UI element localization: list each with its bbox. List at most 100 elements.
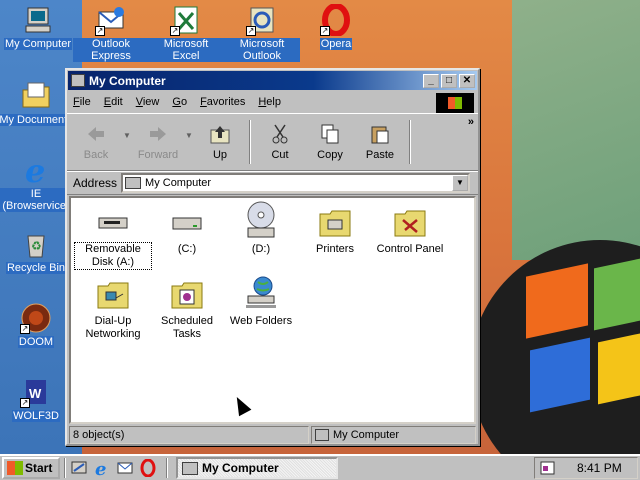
taskbar-button-my-computer[interactable]: My Computer bbox=[176, 457, 338, 479]
address-label: Address bbox=[73, 176, 118, 190]
status-bar: 8 object(s) My Computer bbox=[69, 426, 476, 444]
paste-button[interactable]: Paste bbox=[355, 123, 405, 161]
window-title: My Computer bbox=[89, 73, 166, 88]
doom-icon: ↗ bbox=[20, 302, 52, 334]
item-printers[interactable]: Printers bbox=[297, 206, 373, 256]
address-dropdown-icon[interactable]: ▼ bbox=[452, 175, 468, 191]
wallpaper-flag-yellow bbox=[598, 329, 640, 405]
internet-explorer-icon[interactable]: e bbox=[93, 459, 111, 480]
svg-text:e: e bbox=[25, 154, 45, 186]
svg-text:♻: ♻ bbox=[31, 239, 42, 253]
excel-icon: ↗ bbox=[170, 4, 202, 36]
clock[interactable]: 8:41 PM bbox=[577, 461, 622, 475]
scheduler-tray-icon[interactable] bbox=[539, 460, 557, 476]
item-dial-up-networking[interactable]: Dial-Up Networking bbox=[75, 278, 151, 341]
desktop-icon-my-documents[interactable]: My Documents bbox=[0, 80, 74, 126]
desktop-icon-microsoft-outlook[interactable]: ↗ Microsoft Outlook bbox=[224, 4, 300, 62]
desktop-icon-microsoft-excel[interactable]: ↗ Microsoft Excel bbox=[148, 4, 224, 62]
address-value: My Computer bbox=[145, 177, 212, 189]
copy-label: Copy bbox=[317, 149, 343, 161]
desktop-icon-my-computer[interactable]: My Computer bbox=[0, 4, 76, 50]
desktop-icon-label: Microsoft Outlook bbox=[224, 38, 300, 62]
up-button[interactable]: Up bbox=[195, 123, 245, 161]
menu-help[interactable]: Help bbox=[258, 96, 281, 108]
back-dropdown-icon[interactable]: ▼ bbox=[121, 131, 133, 140]
menu-bar: File Edit View Go Favorites Help bbox=[67, 91, 478, 113]
desktop-icon-label: Microsoft Excel bbox=[148, 38, 224, 62]
item-c-drive[interactable]: (C:) bbox=[149, 206, 225, 256]
wallpaper-flag-orange bbox=[526, 263, 588, 339]
close-button[interactable]: ✕ bbox=[459, 73, 475, 88]
title-bar[interactable]: My Computer _ □ ✕ bbox=[68, 71, 477, 90]
outlook-icon: ↗ bbox=[246, 4, 278, 36]
windows-logo-icon bbox=[7, 461, 23, 475]
taskbar: Start e My Computer 8:41 PM bbox=[0, 454, 640, 480]
shortcut-arrow-icon: ↗ bbox=[170, 26, 180, 36]
back-button[interactable]: Back bbox=[71, 123, 121, 161]
floppy-drive-icon bbox=[96, 206, 130, 240]
forward-dropdown-icon[interactable]: ▼ bbox=[183, 131, 195, 140]
quick-launch-separator bbox=[64, 458, 66, 478]
address-field[interactable]: My Computer ▼ bbox=[121, 173, 470, 193]
desktop-icon-label: Outlook Express bbox=[73, 38, 149, 62]
menu-favorites[interactable]: Favorites bbox=[200, 96, 245, 108]
shortcut-arrow-icon: ↗ bbox=[246, 26, 256, 36]
item-removable-disk[interactable]: Removable Disk (A:) bbox=[74, 206, 152, 270]
desktop-icon-label: IE (Browservice) bbox=[0, 188, 74, 212]
outlook-express-icon[interactable] bbox=[116, 459, 134, 477]
desktop-icon-doom[interactable]: ↗ DOOM bbox=[0, 302, 74, 348]
menu-view[interactable]: View bbox=[136, 96, 160, 108]
dialup-folder-icon bbox=[96, 278, 130, 312]
up-folder-icon bbox=[208, 123, 232, 145]
forward-arrow-icon bbox=[146, 123, 170, 145]
shortcut-arrow-icon: ↗ bbox=[95, 26, 105, 36]
desktop-icon-label: Recycle Bin bbox=[5, 262, 67, 274]
item-scheduled-tasks[interactable]: Scheduled Tasks bbox=[149, 278, 225, 341]
desktop-icon-wolf3d[interactable]: W ↗ WOLF3D bbox=[0, 376, 74, 422]
wallpaper-green bbox=[512, 0, 640, 260]
cut-label: Cut bbox=[271, 149, 289, 161]
item-web-folders[interactable]: Web Folders bbox=[223, 274, 299, 328]
forward-label: Forward bbox=[137, 149, 179, 161]
computer-icon bbox=[71, 74, 85, 87]
copy-icon bbox=[318, 123, 342, 145]
item-label: Scheduled Tasks bbox=[161, 315, 213, 340]
menu-file[interactable]: File bbox=[73, 96, 91, 108]
toolbar-separator bbox=[249, 120, 251, 164]
wallpaper-flag-blue bbox=[530, 337, 590, 413]
item-label: (D:) bbox=[251, 243, 271, 255]
desktop-icon-recycle-bin[interactable]: ♻ Recycle Bin bbox=[0, 228, 74, 274]
maximize-button[interactable]: □ bbox=[441, 73, 457, 88]
opera-icon[interactable] bbox=[139, 458, 157, 478]
item-d-drive[interactable]: (D:) bbox=[223, 200, 299, 256]
my-computer-icon bbox=[22, 4, 54, 36]
back-label: Back bbox=[83, 149, 109, 161]
desktop-icon-opera[interactable]: ↗ Opera bbox=[298, 3, 374, 50]
item-control-panel[interactable]: Control Panel bbox=[372, 206, 448, 256]
item-label: Printers bbox=[316, 243, 354, 255]
minimize-button[interactable]: _ bbox=[423, 73, 439, 88]
svg-text:e: e bbox=[95, 459, 106, 477]
system-tray: 8:41 PM bbox=[534, 457, 638, 479]
desktop-icon-label: Opera bbox=[319, 38, 353, 50]
wolf3d-icon: W ↗ bbox=[20, 376, 52, 408]
cut-button[interactable]: Cut bbox=[255, 123, 305, 161]
menu-go[interactable]: Go bbox=[172, 96, 187, 108]
start-button[interactable]: Start bbox=[2, 457, 60, 479]
item-label: Control Panel bbox=[376, 243, 444, 255]
up-label: Up bbox=[212, 149, 228, 161]
desktop-icon-outlook-express[interactable]: ↗ Outlook Express bbox=[73, 4, 149, 62]
menu-edit[interactable]: Edit bbox=[104, 96, 123, 108]
copy-button[interactable]: Copy bbox=[305, 123, 355, 161]
forward-button[interactable]: Forward bbox=[133, 123, 183, 161]
item-label: (C:) bbox=[177, 243, 197, 255]
item-label: Dial-Up Networking bbox=[85, 315, 141, 340]
file-view[interactable]: Removable Disk (A:) (C:) (D:) Printers C… bbox=[69, 196, 476, 424]
show-desktop-icon[interactable] bbox=[70, 459, 88, 477]
address-bar: Address My Computer ▼ bbox=[67, 171, 478, 195]
desktop-icon-ie[interactable]: e IE (Browservice) bbox=[0, 152, 74, 212]
recycle-bin-icon: ♻ bbox=[20, 228, 52, 260]
quick-launch-separator bbox=[166, 458, 168, 478]
toolbar-more-chevron-icon[interactable]: » bbox=[468, 116, 474, 128]
my-computer-window[interactable]: My Computer _ □ ✕ File Edit View Go Favo… bbox=[65, 68, 480, 446]
